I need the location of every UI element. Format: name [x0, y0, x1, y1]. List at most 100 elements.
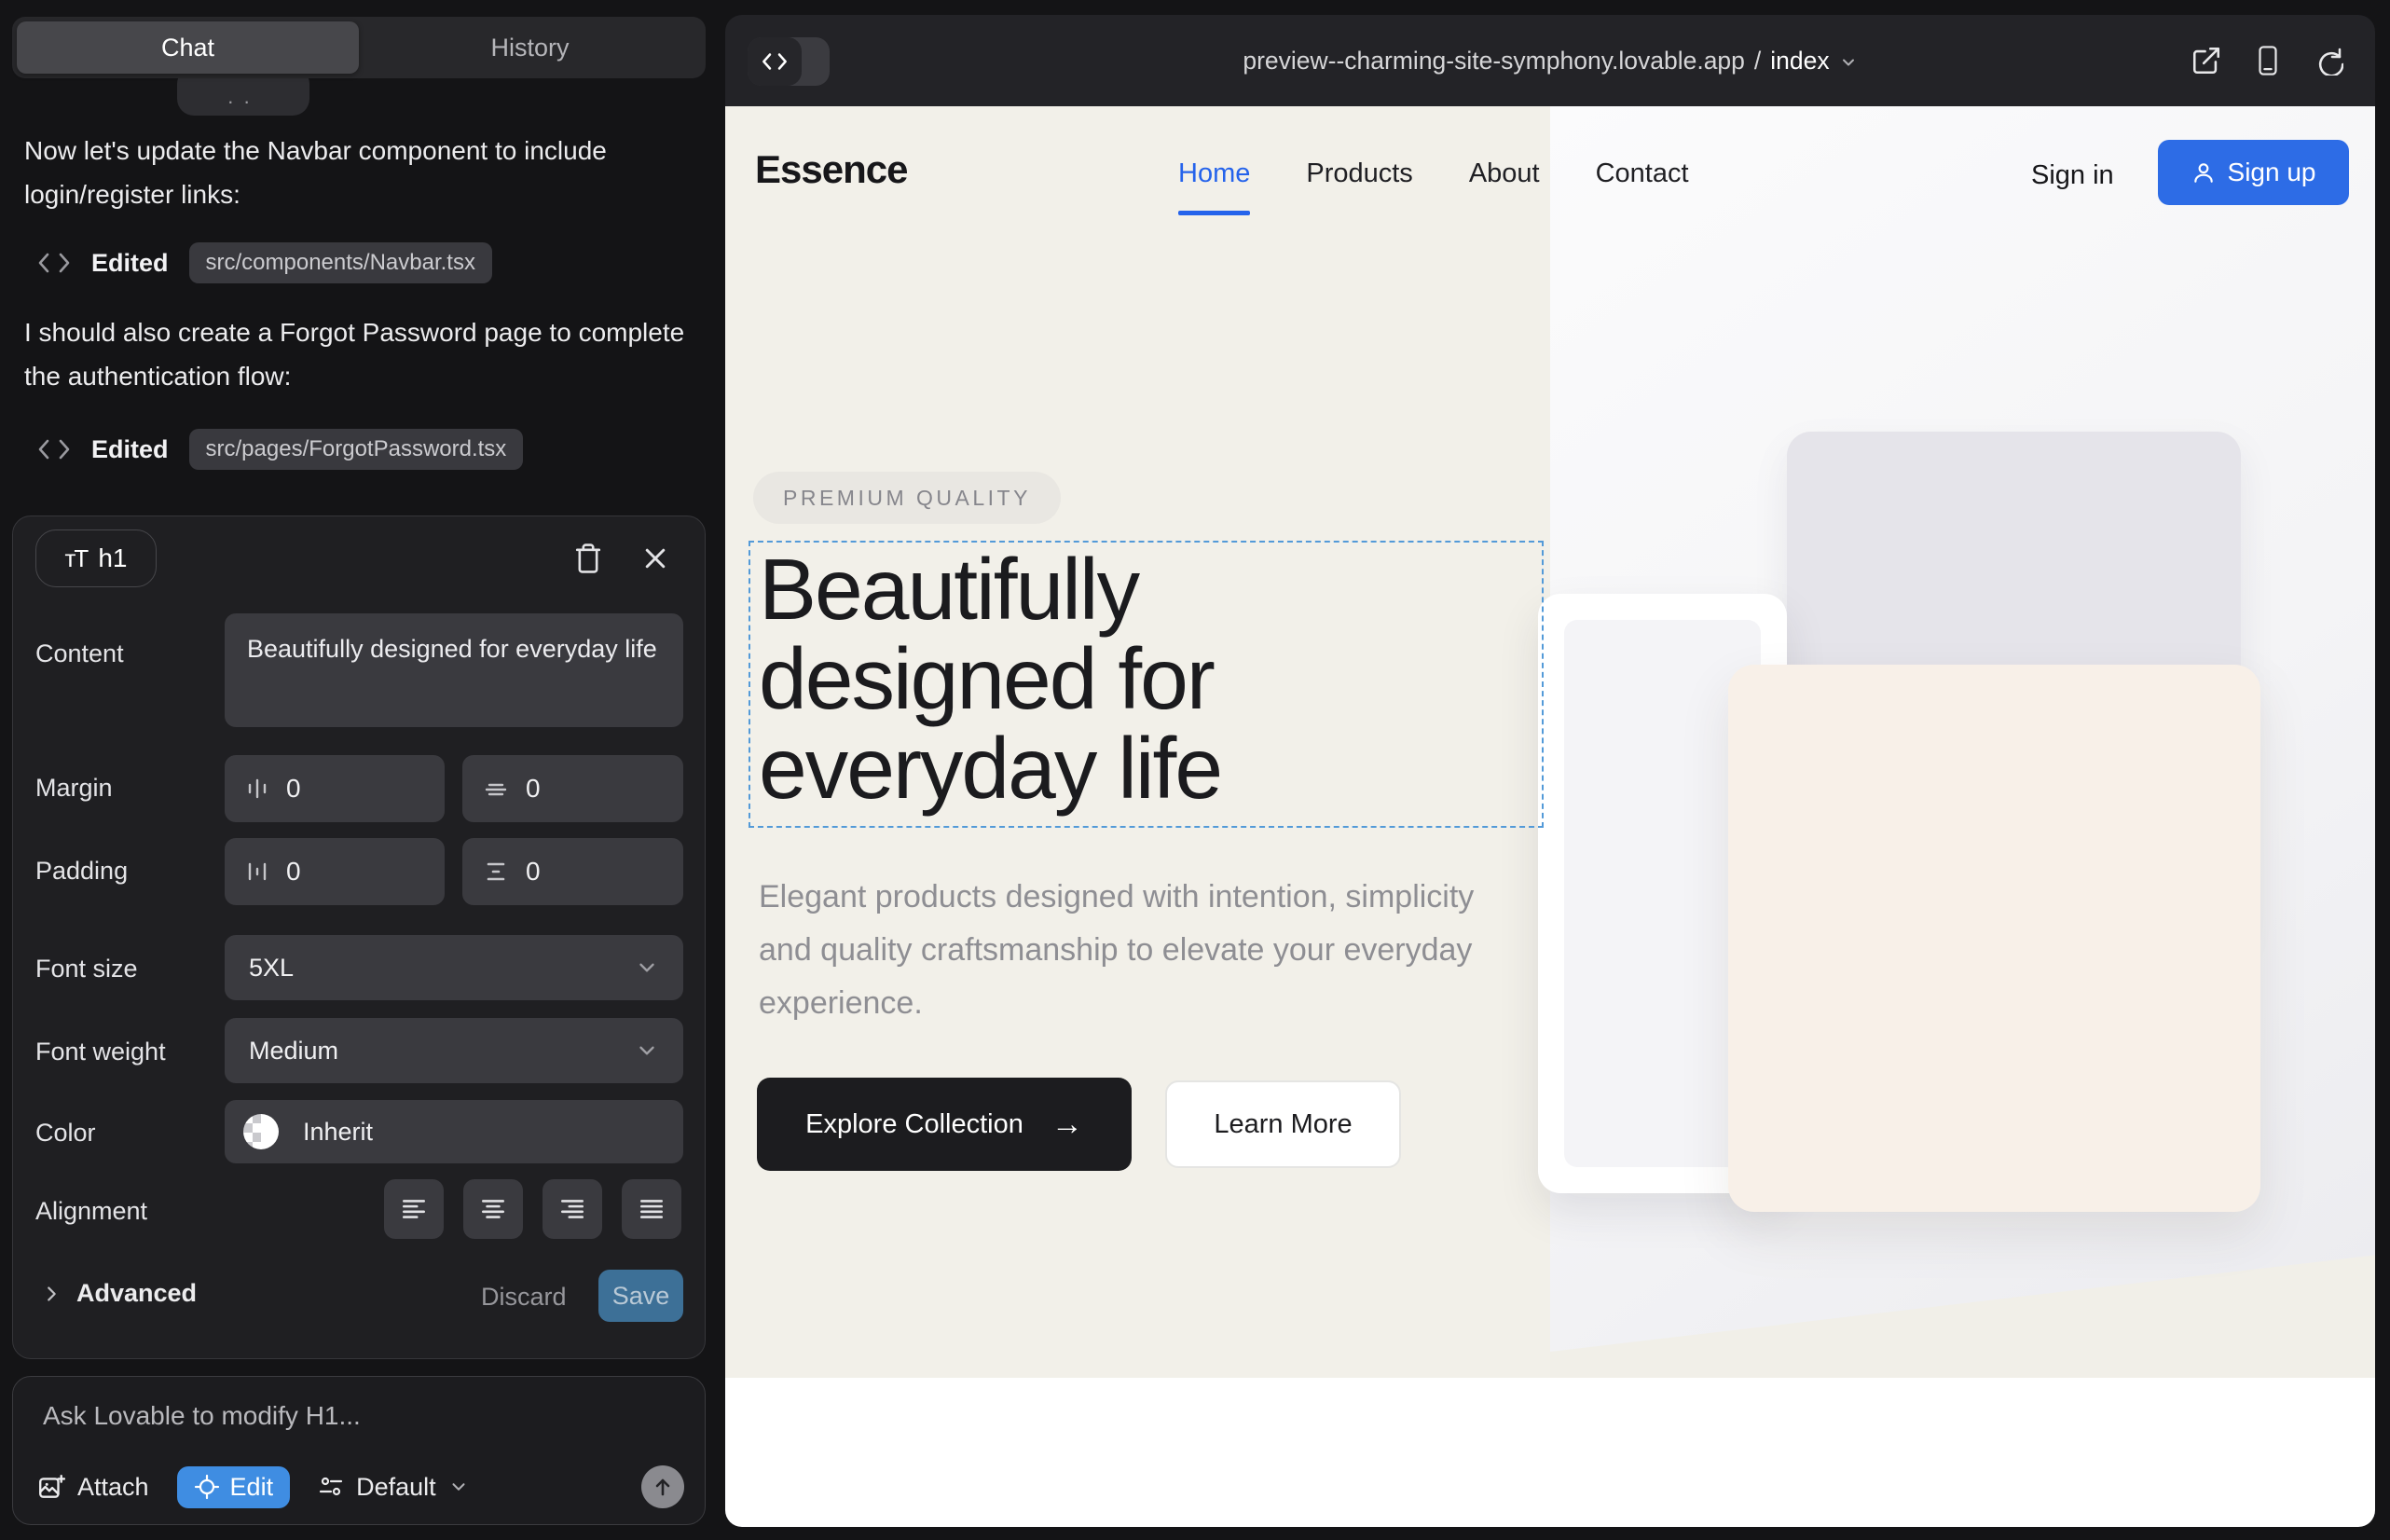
open-external-button[interactable]: [2191, 45, 2222, 76]
padding-x-input[interactable]: 0: [225, 838, 445, 905]
font-weight-label: Font weight: [35, 1038, 166, 1066]
color-select[interactable]: Inherit: [225, 1100, 683, 1163]
target-icon: [194, 1474, 220, 1500]
assistant-message: Now let's update the Navbar component to…: [24, 129, 688, 216]
sign-up-label: Sign up: [2228, 158, 2316, 187]
margin-y-value: 0: [526, 774, 541, 804]
padding-x-value: 0: [286, 857, 301, 887]
code-icon: [37, 251, 71, 275]
selection-outline: [749, 541, 1544, 828]
composer-toolbar: Attach Edit Default: [37, 1464, 684, 1509]
learn-more-button[interactable]: Learn More: [1165, 1080, 1401, 1168]
content-label: Content: [35, 639, 124, 668]
preview-toolbar: preview--charming-site-symphony.lovable.…: [725, 15, 2375, 106]
external-link-icon: [2191, 45, 2222, 76]
font-size-value: 5XL: [249, 954, 294, 983]
font-size-select[interactable]: 5XL: [225, 935, 683, 1000]
mode-selector[interactable]: Default: [318, 1473, 469, 1502]
font-size-label: Font size: [35, 955, 138, 983]
align-left-icon: [399, 1195, 429, 1223]
site-canvas: Essence Home Products About Contact Sign…: [725, 106, 2375, 1527]
typography-icon: тT: [65, 544, 88, 573]
delete-element-button[interactable]: [569, 539, 608, 578]
preview-panel: preview--charming-site-symphony.lovable.…: [725, 15, 2375, 1527]
attach-button[interactable]: Attach: [37, 1473, 149, 1502]
file-chip-forgot-password[interactable]: src/pages/ForgotPassword.tsx: [189, 429, 524, 470]
align-left-button[interactable]: [384, 1179, 444, 1239]
advanced-toggle[interactable]: Advanced: [41, 1279, 197, 1308]
composer-input[interactable]: Ask Lovable to modify H1...: [43, 1401, 675, 1431]
sign-up-button[interactable]: Sign up: [2158, 140, 2349, 205]
attach-label: Attach: [77, 1473, 149, 1502]
premium-quality-badge: PREMIUM QUALITY: [753, 472, 1061, 524]
code-preview-toggle[interactable]: [748, 37, 830, 86]
beige-wedge-decoration: [1550, 1247, 2375, 1378]
sign-in-link[interactable]: Sign in: [2031, 160, 2114, 191]
refresh-icon: [2314, 46, 2343, 76]
chevron-down-icon: [635, 956, 659, 980]
url-separator: /: [1754, 47, 1761, 76]
chat-composer: Ask Lovable to modify H1... Attach: [12, 1376, 706, 1525]
code-toggle-segment[interactable]: [748, 37, 802, 86]
close-icon: [641, 544, 669, 572]
chat-history-tabs: Chat History: [12, 17, 706, 78]
save-button[interactable]: Save: [598, 1270, 683, 1322]
padding-y-input[interactable]: 0: [462, 838, 683, 905]
preview-route: index: [1770, 47, 1829, 76]
margin-x-input[interactable]: 0: [225, 755, 445, 822]
sliders-icon: [318, 1474, 344, 1500]
chevron-down-icon: [1839, 53, 1858, 72]
element-editor-panel: тT h1 Content Beautifully designed for e…: [12, 516, 706, 1359]
hero-cta-group: Explore Collection → Learn More: [757, 1078, 1401, 1171]
close-editor-button[interactable]: [636, 539, 675, 578]
user-icon: [2191, 160, 2216, 185]
margin-label: Margin: [35, 774, 113, 803]
arrow-up-icon: [652, 1476, 674, 1498]
align-center-icon: [478, 1195, 508, 1223]
margin-y-input[interactable]: 0: [462, 755, 683, 822]
code-icon: [761, 51, 789, 72]
preview-url[interactable]: preview--charming-site-symphony.lovable.…: [725, 15, 2375, 106]
discard-button[interactable]: Discard: [481, 1283, 567, 1312]
site-navbar: Essence Home Products About Contact Sign…: [725, 106, 2375, 237]
file-chip-navbar[interactable]: src/components/Navbar.tsx: [189, 242, 492, 283]
attach-image-icon: [37, 1473, 65, 1501]
edit-mode-label: Edit: [230, 1473, 274, 1502]
nav-link-home[interactable]: Home: [1178, 158, 1250, 189]
font-weight-select[interactable]: Medium: [225, 1018, 683, 1083]
alignment-buttons: [384, 1179, 681, 1239]
padding-horizontal-icon: [245, 859, 269, 885]
margin-x-value: 0: [286, 774, 301, 804]
chevron-down-icon: [635, 1038, 659, 1063]
chevron-down-icon: [448, 1477, 469, 1497]
nav-link-contact[interactable]: Contact: [1596, 158, 1689, 189]
padding-vertical-icon: [483, 859, 509, 885]
tab-history[interactable]: History: [359, 21, 701, 74]
content-input[interactable]: Beautifully designed for everyday life: [225, 613, 683, 727]
lovable-app-window: ·· Chat History Now let's update the Nav…: [0, 0, 2390, 1540]
send-button[interactable]: [641, 1465, 684, 1508]
edit-mode-button[interactable]: Edit: [177, 1466, 291, 1508]
align-justify-button[interactable]: [622, 1179, 681, 1239]
tab-chat[interactable]: Chat: [17, 21, 359, 74]
mobile-view-button[interactable]: [2254, 45, 2282, 76]
site-logo[interactable]: Essence: [755, 147, 907, 192]
assistant-message: I should also create a Forgot Password p…: [24, 310, 688, 398]
align-right-button[interactable]: [543, 1179, 602, 1239]
refresh-button[interactable]: [2314, 46, 2343, 76]
mode-label: Default: [356, 1473, 436, 1502]
margin-horizontal-icon: [245, 776, 269, 802]
product-card-beige: [1728, 665, 2260, 1212]
hero-description: Elegant products designed with intention…: [759, 871, 1514, 1030]
edited-label: Edited: [91, 435, 169, 464]
nav-link-products[interactable]: Products: [1306, 158, 1412, 189]
align-right-icon: [557, 1195, 587, 1223]
element-tag-pill[interactable]: тT h1: [35, 529, 157, 587]
padding-y-value: 0: [526, 857, 541, 887]
hero-section: PREMIUM QUALITY Beautifully designed for…: [725, 237, 1550, 1378]
color-value: Inherit: [303, 1118, 373, 1147]
nav-link-about[interactable]: About: [1469, 158, 1540, 189]
font-weight-value: Medium: [249, 1037, 338, 1066]
explore-collection-button[interactable]: Explore Collection →: [757, 1078, 1132, 1171]
align-center-button[interactable]: [463, 1179, 523, 1239]
